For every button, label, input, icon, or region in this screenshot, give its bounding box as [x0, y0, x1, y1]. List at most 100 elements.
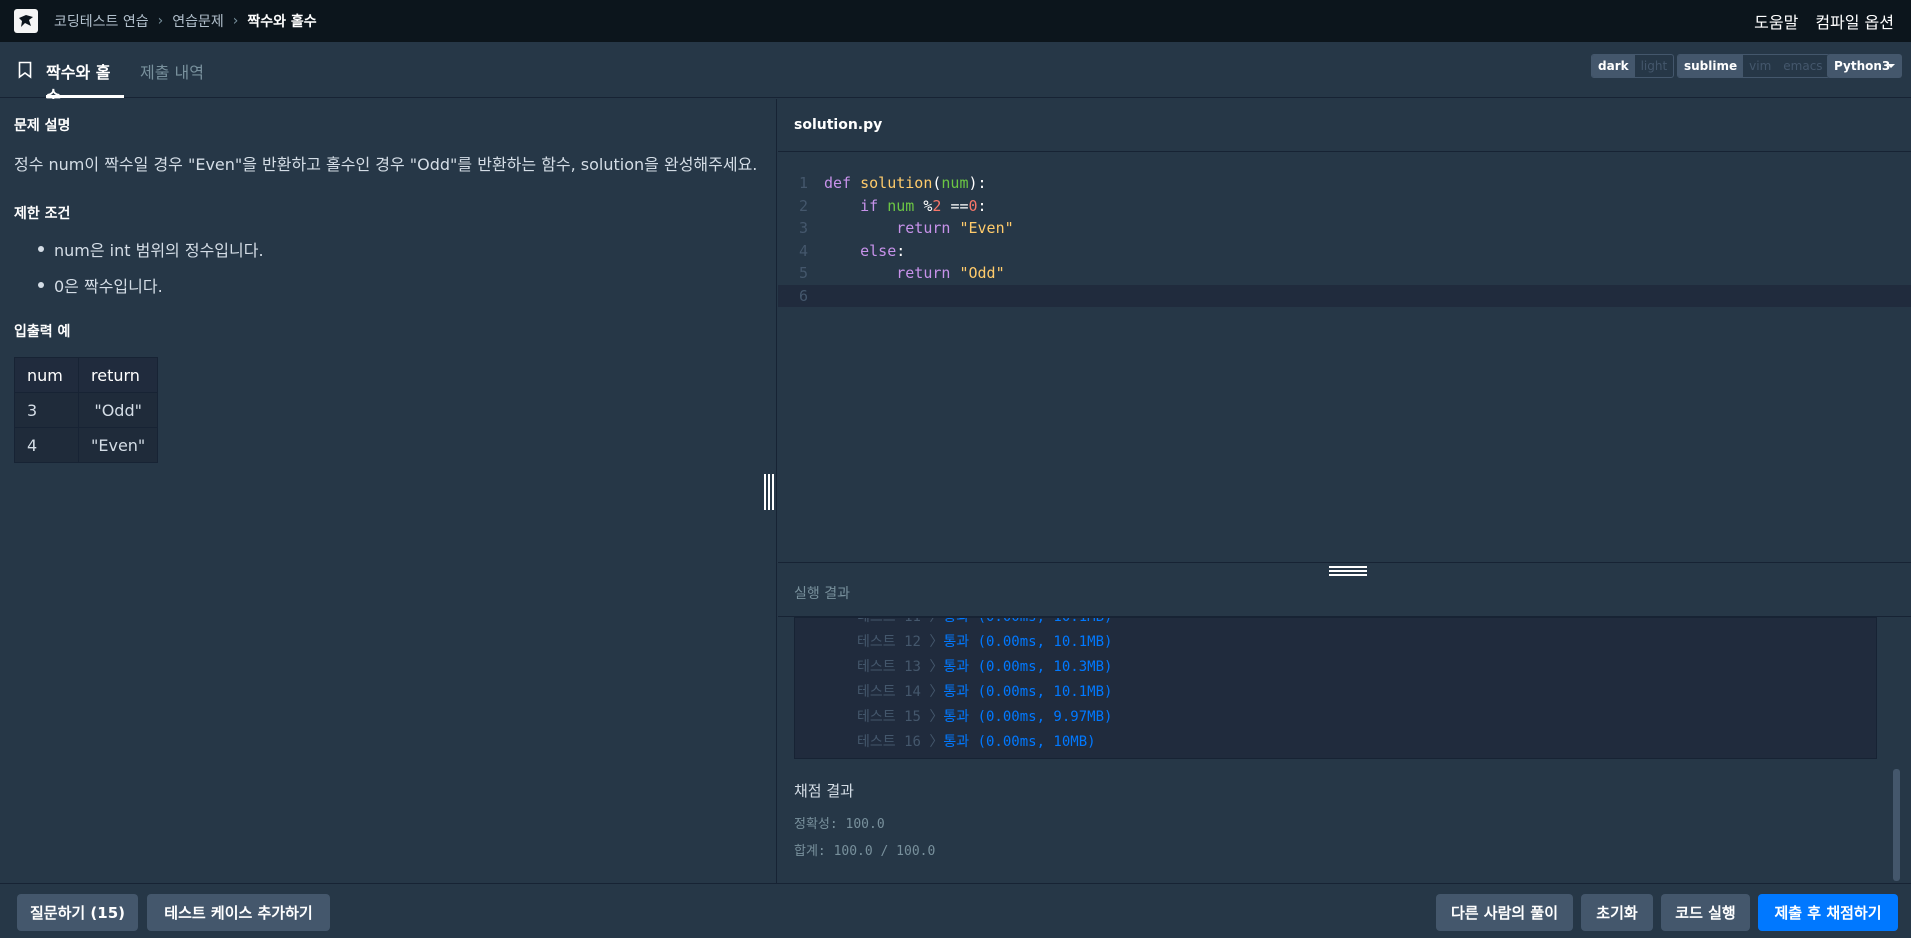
description-heading: 문제 설명 [14, 118, 71, 134]
table-row: 3 "Odd" [14, 392, 159, 428]
chevron-right-icon: 〉 [929, 617, 944, 625]
tabs-bar: 짝수와 홀수 제출 내역 dark light sublime vim emac… [0, 42, 1911, 106]
results-scrollbar[interactable] [1893, 769, 1900, 881]
tab-submission-history[interactable]: 제출 내역 [140, 59, 204, 98]
editor-filename: solution.py [778, 99, 1911, 152]
code-token: else [860, 241, 897, 260]
submit-button[interactable]: 제출 후 채점하기 [1758, 894, 1898, 931]
add-testcase-button[interactable]: 테스트 케이스 추가하기 [147, 894, 330, 931]
table-cell: "Even" [77, 427, 159, 463]
breadcrumb-practice[interactable]: 연습문제 [172, 11, 224, 31]
line-number: 1 [798, 174, 808, 192]
constraints-heading: 제한 조건 [14, 206, 71, 222]
line-number: 5 [798, 264, 808, 282]
list-item: 0은 짝수입니다. [14, 273, 762, 297]
code-token: 0 [968, 196, 978, 215]
code-line: 5 return "Odd" [778, 262, 1911, 285]
run-code-button[interactable]: 코드 실행 [1661, 894, 1750, 931]
compile-options-link[interactable]: 컴파일 옵션 [1815, 9, 1894, 33]
breadcrumb-current: 짝수와 홀수 [247, 14, 317, 30]
code-token: if [860, 196, 879, 215]
keymap-emacs-option[interactable]: emacs [1777, 55, 1828, 77]
code-token: num [941, 174, 969, 192]
problem-description: 정수 num이 짝수일 경우 "Even"을 반환하고 홀수인 경우 "Odd"… [14, 155, 758, 174]
test-status: 통과 [943, 617, 970, 625]
test-status: 통과 [943, 709, 970, 725]
help-link[interactable]: 도움말 [1754, 9, 1798, 33]
test-status: 통과 [943, 634, 970, 650]
test-name: 테스트 16 [857, 734, 921, 750]
chevron-right-icon: › [232, 13, 239, 29]
theme-light-option[interactable]: light [1635, 55, 1674, 77]
grading-result: 채점 결과 정확성: 100.0 합계: 100.0 / 100.0 [794, 780, 935, 867]
line-number: 4 [798, 241, 808, 260]
code-token: == [950, 196, 969, 215]
column-header-num: num [14, 357, 79, 393]
code-line: 4 else: [778, 240, 1911, 263]
ask-question-button[interactable]: 질문하기 (15) [17, 894, 138, 931]
table-cell: 4 [14, 427, 79, 463]
language-select[interactable]: Python3 [1827, 54, 1902, 78]
top-nav-actions: 도움말 컴파일 옵션 [1754, 0, 1894, 42]
list-item: 테스트 13 〉통과 (0.00ms, 10.3MB) [857, 655, 1876, 680]
code-token: return [896, 264, 951, 282]
theme-toggle: dark light [1591, 54, 1675, 78]
line-number: 6 [798, 286, 808, 305]
table-cell: "Odd" [77, 392, 159, 428]
problem-panel: 문제 설명 정수 num이 짝수일 경우 "Even"을 반환하고 홀수인 경우… [0, 99, 777, 883]
language-select-value: Python3 [1834, 59, 1891, 73]
chevron-right-icon: 〉 [929, 709, 944, 725]
code-line-active: 6 [778, 284, 1911, 307]
code-token: "Even" [959, 219, 1014, 237]
list-item: 테스트 11 〉통과 (0.00ms, 10.1MB) [857, 617, 1876, 630]
top-nav: 코딩테스트 연습 › 연습문제 › 짝수와 홀수 도움말 컴파일 옵션 [0, 0, 1911, 42]
chevron-right-icon: › [157, 13, 164, 29]
keymap-vim-option[interactable]: vim [1743, 55, 1777, 77]
chevron-right-icon: 〉 [929, 734, 944, 750]
list-item: 테스트 15 〉통과 (0.00ms, 9.97MB) [857, 705, 1876, 730]
chevron-right-icon: 〉 [929, 659, 944, 675]
test-results-output[interactable]: 테스트 11 〉통과 (0.00ms, 10.1MB) 테스트 12 〉통과 (… [794, 617, 1877, 759]
test-detail: (0.00ms, 10.1MB) [977, 684, 1113, 700]
test-name: 테스트 11 [857, 617, 921, 625]
vertical-splitter-handle[interactable] [764, 474, 774, 510]
keymap-sublime-option[interactable]: sublime [1678, 55, 1744, 77]
code-token: 2 [932, 196, 942, 215]
test-detail: (0.00ms, 10.3MB) [977, 659, 1113, 675]
code-token: "Odd" [959, 264, 1005, 282]
accuracy-score: 정확성: 100.0 [794, 817, 885, 832]
test-status: 통과 [943, 684, 970, 700]
bookmark-icon[interactable] [18, 61, 32, 79]
breadcrumb-coding-test[interactable]: 코딩테스트 연습 [54, 11, 149, 31]
test-detail: (0.00ms, 10MB) [977, 734, 1096, 750]
line-number: 3 [798, 219, 808, 237]
grading-title: 채점 결과 [794, 782, 854, 800]
table-header-row: num return [14, 357, 159, 393]
tab-problem[interactable]: 짝수와 홀수 [46, 59, 124, 106]
examples-heading: 입출력 예 [14, 324, 71, 340]
horizontal-splitter-handle[interactable] [1329, 566, 1367, 576]
list-item: 테스트 12 〉통과 (0.00ms, 10.1MB) [857, 630, 1876, 655]
test-detail: (0.00ms, 10.1MB) [977, 634, 1113, 650]
line-number: 2 [798, 196, 808, 215]
code-token: solution [860, 174, 933, 192]
reset-button[interactable]: 초기화 [1581, 894, 1653, 931]
breadcrumb: 코딩테스트 연습 › 연습문제 › 짝수와 홀수 [54, 11, 317, 31]
test-detail: (0.00ms, 9.97MB) [977, 709, 1113, 725]
theme-dark-option[interactable]: dark [1592, 55, 1635, 77]
test-status: 통과 [943, 734, 970, 750]
code-editor[interactable]: 1 def solution(num): 2 if num %2 ==0: 3 … [778, 152, 1911, 562]
examples-table: num return 3 "Odd" 4 "Even" [14, 357, 159, 463]
chevron-right-icon: 〉 [929, 634, 944, 650]
chevron-right-icon: 〉 [929, 684, 944, 700]
code-line: 2 if num %2 ==0: [778, 195, 1911, 218]
test-name: 테스트 14 [857, 684, 921, 700]
keymap-toggle: sublime vim emacs [1677, 54, 1830, 78]
test-name: 테스트 12 [857, 634, 921, 650]
test-status: 통과 [943, 659, 970, 675]
programmers-logo-icon[interactable] [14, 9, 38, 33]
test-name: 테스트 15 [857, 709, 921, 725]
code-token: return [896, 219, 951, 237]
others-solutions-button[interactable]: 다른 사람의 풀이 [1436, 894, 1573, 931]
total-score: 합계: 100.0 / 100.0 [794, 844, 936, 859]
